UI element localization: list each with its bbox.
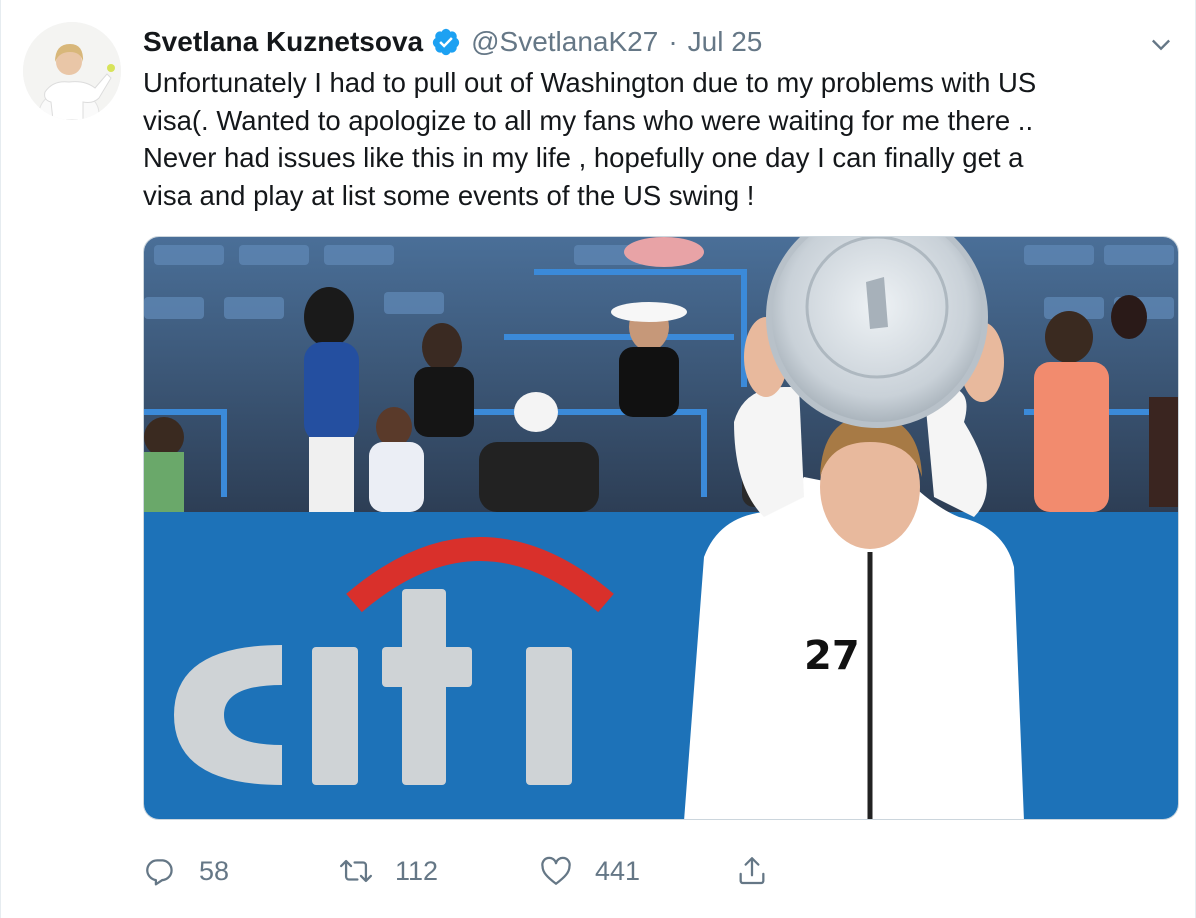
tweet-card: Svetlana Kuznetsova @SvetlanaK27 · Jul 2… xyxy=(0,0,1196,918)
reply-icon xyxy=(146,859,173,886)
chevron-down-icon[interactable] xyxy=(1147,30,1175,58)
retweet-button[interactable]: 112 xyxy=(339,854,539,888)
tweet-text: Unfortunately I had to pull out of Washi… xyxy=(143,64,1173,214)
separator-dot: · xyxy=(668,26,678,57)
like-count: 441 xyxy=(595,855,641,886)
verified-badge-icon xyxy=(431,27,461,57)
jacket-number: 27 xyxy=(804,633,860,679)
tweet-actions: 58 112 441 xyxy=(143,846,769,896)
tweet-text-line: visa and play at list some events of the… xyxy=(143,179,755,211)
reply-count: 58 xyxy=(199,855,230,886)
share-button[interactable] xyxy=(735,854,769,888)
avatar-image xyxy=(23,22,121,120)
tweet-photo[interactable]: 27 xyxy=(143,236,1179,820)
tweet-date[interactable]: Jul 25 xyxy=(688,26,763,58)
photo-trophy-ceremony: 27 xyxy=(144,237,1178,819)
retweet-count: 112 xyxy=(395,855,439,886)
tweet-text-line: Never had issues like this in my life , … xyxy=(143,142,1024,173)
tweet-header: Svetlana Kuznetsova @SvetlanaK27 · Jul 2… xyxy=(143,22,762,62)
reply-button[interactable]: 58 xyxy=(143,854,339,888)
display-name[interactable]: Svetlana Kuznetsova xyxy=(143,26,423,58)
user-handle[interactable]: @SvetlanaK27 xyxy=(471,26,658,58)
avatar[interactable] xyxy=(23,22,121,120)
tweet-text-line: Unfortunately I had to pull out of Washi… xyxy=(143,67,1037,98)
share-icon xyxy=(739,857,765,885)
retweet-icon xyxy=(339,859,373,883)
like-button[interactable]: 441 xyxy=(539,854,735,888)
tweet-text-line: visa(. Wanted to apologize to all my fan… xyxy=(143,104,1034,136)
heart-icon xyxy=(541,856,571,885)
